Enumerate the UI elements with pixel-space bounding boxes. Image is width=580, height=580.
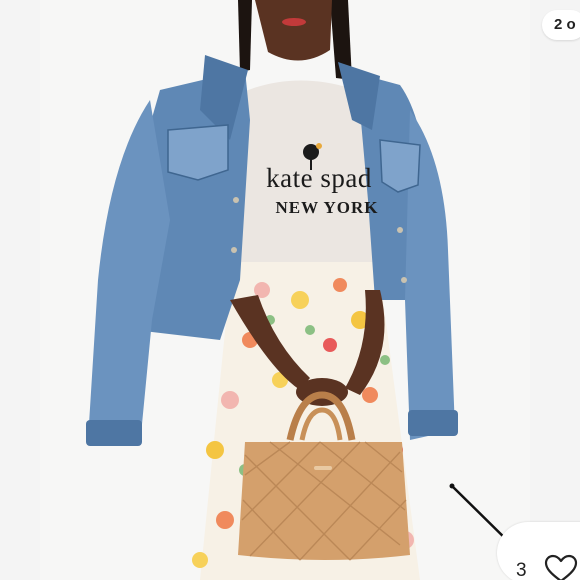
like-count: 3 [516,560,527,580]
product-photo [86,0,517,580]
tee-text-line1: kate spad [266,163,372,193]
product-image-viewer[interactable]: kate spad NEW YORK 2 o 3 [0,0,580,580]
tee-text-line2: NEW YORK [275,198,379,217]
heart-outline-icon[interactable] [544,554,578,580]
image-counter-badge: 2 o [542,10,580,40]
